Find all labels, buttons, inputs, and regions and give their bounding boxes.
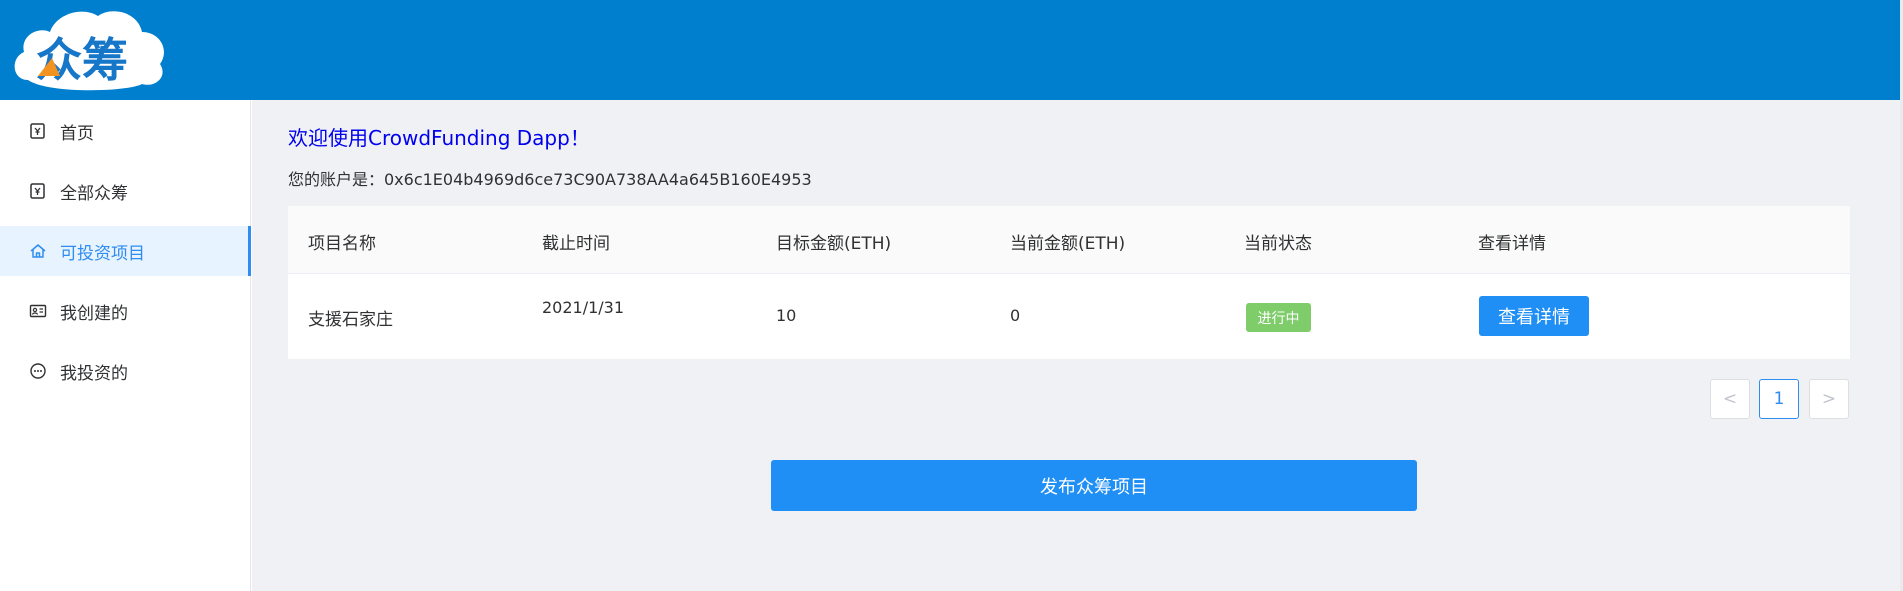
crowdfunding-logo[interactable]: 众筹	[8, 2, 170, 94]
sidebar-item-my-created[interactable]: 我创建的	[0, 286, 250, 336]
svg-text:众筹: 众筹	[36, 33, 128, 87]
sidebar-item-label: 我创建的	[60, 303, 128, 324]
table-header-row: 项目名称 截止时间 目标金额(ETH) 当前金额(ETH) 当前状态 查看详情	[288, 206, 1850, 274]
sidebar-item-home[interactable]: 首页	[0, 106, 250, 156]
sidebar-item-investable-projects[interactable]: 可投资项目	[0, 226, 251, 276]
status-badge: 进行中	[1246, 303, 1311, 332]
id-card-icon	[29, 302, 47, 320]
column-header-deadline: 截止时间	[542, 234, 610, 254]
sidebar-item-label: 我投资的	[60, 363, 128, 384]
pagination-prev-button[interactable]: <	[1710, 379, 1750, 419]
publish-project-button[interactable]: 发布众筹项目	[771, 460, 1417, 511]
projects-table: 项目名称 截止时间 目标金额(ETH) 当前金额(ETH) 当前状态 查看详情 …	[288, 206, 1850, 359]
column-header-target: 目标金额(ETH)	[776, 234, 892, 254]
current-amount-cell: 0	[1010, 306, 1021, 325]
view-details-button[interactable]: 查看详情	[1479, 296, 1589, 336]
pagination-next-button[interactable]: >	[1809, 379, 1849, 419]
yen-tag-icon	[29, 182, 47, 200]
project-name-cell: 支援石家庄	[308, 310, 393, 330]
column-header-current: 当前金额(ETH)	[1010, 234, 1126, 254]
sidebar-item-my-invested[interactable]: 我投资的	[0, 346, 250, 396]
deadline-cell: 2021/1/31	[542, 298, 625, 317]
chat-dots-icon	[29, 362, 47, 380]
column-header-details: 查看详情	[1478, 234, 1546, 254]
home-icon	[29, 242, 47, 260]
sidebar-menu: 首页 全部众筹 可投资项目 我创建的 我投资的	[0, 100, 251, 591]
main-content: 欢迎使用CrowdFunding Dapp！ 您的账户是：0x6c1E04b49…	[252, 100, 1900, 591]
column-header-status: 当前状态	[1244, 234, 1312, 254]
yen-tag-icon	[29, 122, 47, 140]
column-header-name: 项目名称	[308, 234, 376, 254]
account-address: 您的账户是：0x6c1E04b4969d6ce73C90A738AA4a645B…	[288, 170, 812, 189]
sidebar-item-label: 可投资项目	[60, 243, 145, 264]
sidebar-item-all-crowdfunding[interactable]: 全部众筹	[0, 166, 250, 216]
welcome-heading: 欢迎使用CrowdFunding Dapp！	[288, 126, 590, 150]
target-amount-cell: 10	[776, 306, 797, 325]
table-row: 支援石家庄 2021/1/31 10 0	[288, 274, 1850, 359]
sidebar-item-label: 全部众筹	[60, 183, 128, 204]
pagination-page-1[interactable]: 1	[1759, 379, 1799, 419]
app-header: 众筹	[0, 0, 1903, 100]
sidebar-item-label: 首页	[60, 123, 94, 144]
